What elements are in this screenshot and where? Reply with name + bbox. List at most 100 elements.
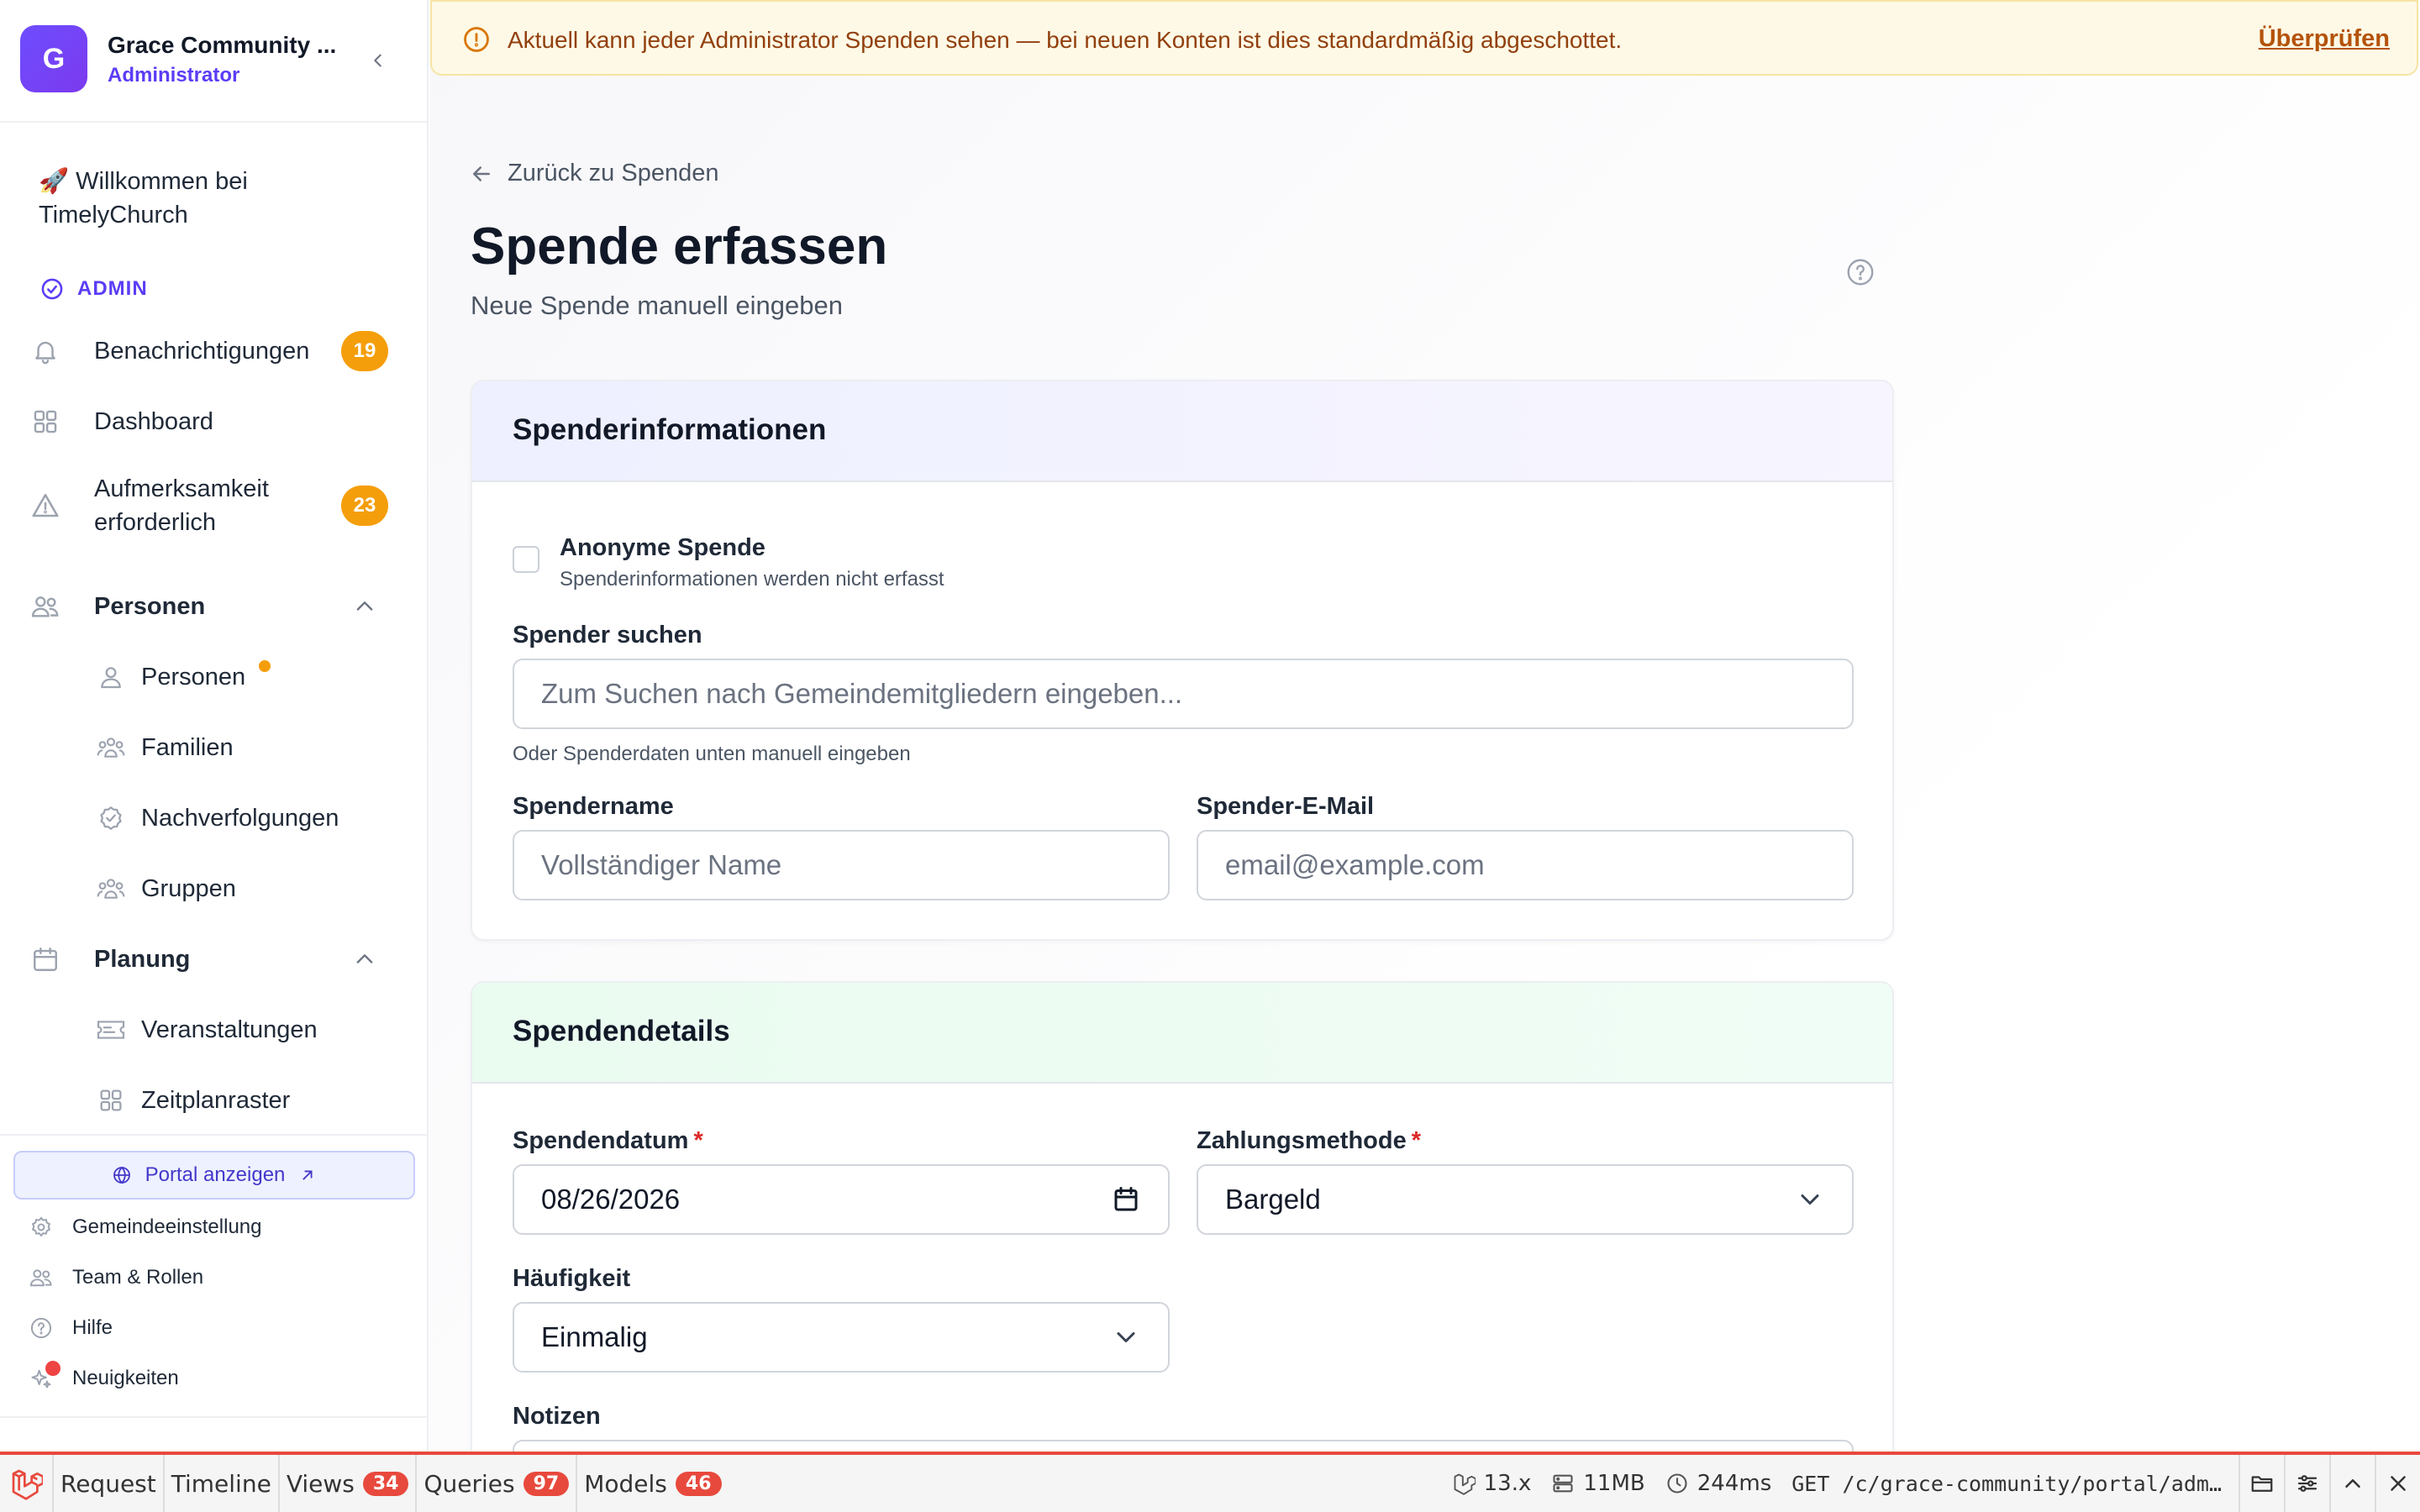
- donation-date-label: Spendendatum *: [513, 1127, 703, 1155]
- chevron-up-icon: [2345, 1479, 2360, 1488]
- donation-date-input[interactable]: 08/26/2026: [513, 1164, 1170, 1235]
- banner-text: Aktuell kann jeder Administrator Spenden…: [508, 27, 1623, 53]
- team-roles-label: Team & Rollen: [72, 1266, 204, 1289]
- warning-triangle-icon: [22, 489, 69, 522]
- sliders-icon: [2297, 1475, 2317, 1492]
- team-roles-link[interactable]: Team & Rollen: [29, 1265, 203, 1290]
- org-avatar[interactable]: G: [20, 25, 87, 92]
- gear-icon: [29, 1215, 54, 1240]
- sidebar-item-label: Aufmerksamkeit erforderlich: [94, 475, 269, 536]
- request-duration: 244ms: [1665, 1471, 1771, 1496]
- debugbar-tab-timeline[interactable]: Timeline: [165, 1455, 280, 1512]
- sidebar-item-notifications[interactable]: Benachrichtigungen 19: [22, 331, 408, 371]
- sidebar-group-planning[interactable]: Planung: [22, 942, 408, 976]
- maximize-button[interactable]: [2329, 1455, 2375, 1512]
- frequency-select[interactable]: Einmalig: [513, 1302, 1170, 1373]
- users-icon: [22, 590, 69, 623]
- alert-circle-icon: [464, 27, 489, 52]
- help-label: Hilfe: [72, 1316, 113, 1339]
- chevron-up-icon: [356, 601, 373, 611]
- church-settings-link[interactable]: Gemeindeeinstellung: [29, 1215, 261, 1240]
- back-to-donations-link[interactable]: Zurück zu Spenden: [469, 160, 718, 187]
- sidebar-item-events[interactable]: Veranstaltungen: [87, 1013, 408, 1047]
- sidebar-item-label: Personen: [141, 664, 246, 690]
- donor-email-label: Spender-E-Mail: [1197, 793, 1375, 820]
- donation-details-card: Spendendetails Spendendatum * 08/26/2026 …: [471, 981, 1894, 1453]
- ticket-icon: [87, 1013, 134, 1047]
- sidebar-item-people[interactable]: Personen: [87, 660, 408, 694]
- payment-method-select[interactable]: Bargeld: [1197, 1164, 1854, 1235]
- chevron-down-icon: [1801, 1194, 1819, 1205]
- required-asterisk: *: [693, 1127, 703, 1154]
- models-count-badge: 46: [675, 1471, 722, 1496]
- donor-email-input[interactable]: email@example.com: [1197, 830, 1854, 900]
- help-link[interactable]: Hilfe: [29, 1315, 113, 1341]
- notifications-count-badge: 19: [341, 331, 388, 371]
- debugbar-tab-views[interactable]: Views 34: [280, 1455, 418, 1512]
- views-count-badge: 34: [362, 1471, 409, 1496]
- help-circle-icon: [29, 1315, 54, 1341]
- laravel-logo-icon[interactable]: [0, 1455, 54, 1512]
- review-link[interactable]: Überprüfen: [2259, 25, 2390, 53]
- calendar-icon[interactable]: [1111, 1184, 1141, 1215]
- sidebar-item-label: Dashboard: [94, 408, 213, 435]
- sidebar-bottom-divider: [0, 1416, 427, 1418]
- sidebar-group-people[interactable]: Personen: [22, 590, 408, 623]
- donor-search-input[interactable]: Zum Suchen nach Gemeindemitgliedern eing…: [513, 659, 1854, 729]
- payment-method-label-text: Zahlungsmethode: [1197, 1127, 1407, 1154]
- anonymous-donation-label[interactable]: Anonyme Spende: [560, 534, 765, 562]
- debugbar-tab-queries[interactable]: Queries 97: [417, 1455, 578, 1512]
- sidebar-item-label: Zeitplanraster: [141, 1087, 291, 1114]
- card-title: Spendendetails: [513, 1015, 730, 1047]
- collapse-sidebar-button[interactable]: [363, 45, 393, 76]
- card-header: Spenderinformationen: [472, 381, 1892, 482]
- debugbar-tab-models[interactable]: Models 46: [577, 1455, 728, 1512]
- sidebar-item-dashboard[interactable]: Dashboard: [22, 405, 408, 438]
- close-button[interactable]: [2375, 1455, 2420, 1512]
- arrow-left-icon: [473, 165, 490, 181]
- donor-name-input[interactable]: Vollständiger Name: [513, 830, 1170, 900]
- card-header: Spendendetails: [472, 983, 1892, 1084]
- org-name[interactable]: Grace Community ...: [108, 32, 351, 59]
- sidebar-item-families[interactable]: Familien: [87, 731, 408, 764]
- notes-label: Notizen: [513, 1403, 601, 1430]
- page-title: Spende erfassen: [471, 218, 888, 276]
- welcome-message[interactable]: 🚀 Willkommen bei TimelyChurch: [39, 165, 392, 232]
- check-circle-icon: [41, 278, 63, 300]
- card-title: Spenderinformationen: [513, 413, 827, 446]
- folder-icon: [2251, 1476, 2273, 1492]
- chevron-down-icon: [1117, 1332, 1135, 1342]
- grid-icon: [22, 405, 69, 438]
- anonymous-donation-checkbox[interactable]: [513, 546, 539, 573]
- chevron-left-icon: [374, 54, 381, 67]
- sidebar-divider: [0, 1134, 427, 1136]
- request-url[interactable]: GET /c/grace-community/portal/adm…: [1791, 1472, 2222, 1496]
- sidebar-item-schedule[interactable]: Zeitplanraster: [87, 1084, 408, 1117]
- donor-name-label: Spendername: [513, 793, 674, 820]
- main-content: Aktuell kann jeder Administrator Spenden…: [430, 0, 2420, 1453]
- memory-usage: 11MB: [1551, 1471, 1645, 1496]
- payment-method-value: Bargeld: [1225, 1184, 1321, 1215]
- bell-icon: [22, 334, 69, 368]
- view-portal-button[interactable]: Portal anzeigen: [13, 1151, 415, 1200]
- help-circle-icon[interactable]: [1845, 257, 1876, 287]
- tab-label: Views: [286, 1469, 355, 1498]
- sidebar-item-label: Familien: [141, 734, 234, 761]
- open-folder-button[interactable]: [2238, 1455, 2284, 1512]
- settings-button[interactable]: [2284, 1455, 2329, 1512]
- sidebar-item-groups[interactable]: Gruppen: [87, 872, 408, 906]
- user-icon: [87, 660, 134, 694]
- memory-value: 11MB: [1583, 1471, 1645, 1496]
- family-icon: [87, 731, 134, 764]
- debugbar: Request Timeline Views 34 Queries 97 Model…: [0, 1452, 2420, 1512]
- news-unread-dot: [45, 1361, 60, 1376]
- debugbar-tab-request[interactable]: Request: [54, 1455, 165, 1512]
- calendar-icon: [22, 942, 69, 976]
- news-link[interactable]: Neuigkeiten: [29, 1361, 179, 1391]
- sidebar-item-followups[interactable]: Nachverfolgungen: [87, 801, 408, 835]
- external-link-icon: [302, 1170, 313, 1180]
- sidebar-item-attention[interactable]: Aufmerksamkeit erforderlich 23: [22, 470, 408, 541]
- donor-information-card: Spenderinformationen Anonyme Spende Spen…: [471, 380, 1894, 941]
- globe-icon: [113, 1166, 130, 1184]
- sidebar: G Grace Community ... Administrator 🚀 Wi…: [0, 0, 429, 1453]
